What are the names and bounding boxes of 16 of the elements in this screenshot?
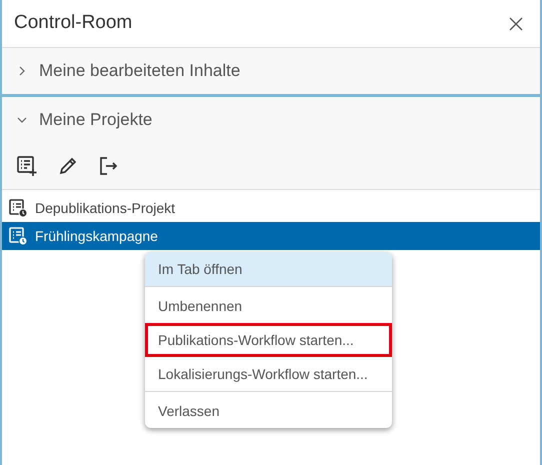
project-list-icon <box>8 226 28 246</box>
window-title: Control-Room <box>14 11 132 36</box>
project-item[interactable]: Frühlingskampagne <box>2 222 540 250</box>
exit-icon[interactable] <box>98 156 118 176</box>
pencil-icon[interactable] <box>58 156 78 176</box>
add-list-icon[interactable] <box>16 155 38 177</box>
chevron-right-icon <box>17 66 27 76</box>
project-list-icon <box>8 198 28 218</box>
project-item[interactable]: Depublikations-Projekt <box>2 194 540 222</box>
chevron-down-icon <box>17 115 27 125</box>
menu-item[interactable]: Verlassen <box>145 394 392 428</box>
menu-item[interactable]: Lokalisierungs-Workflow starten... <box>145 357 392 391</box>
menu-item[interactable]: Umbenennen <box>145 289 392 323</box>
menu-item[interactable]: Im Tab öffnen <box>145 252 392 286</box>
close-icon[interactable] <box>508 16 524 32</box>
menu-item[interactable]: Publikations-Workflow starten... <box>145 323 392 357</box>
